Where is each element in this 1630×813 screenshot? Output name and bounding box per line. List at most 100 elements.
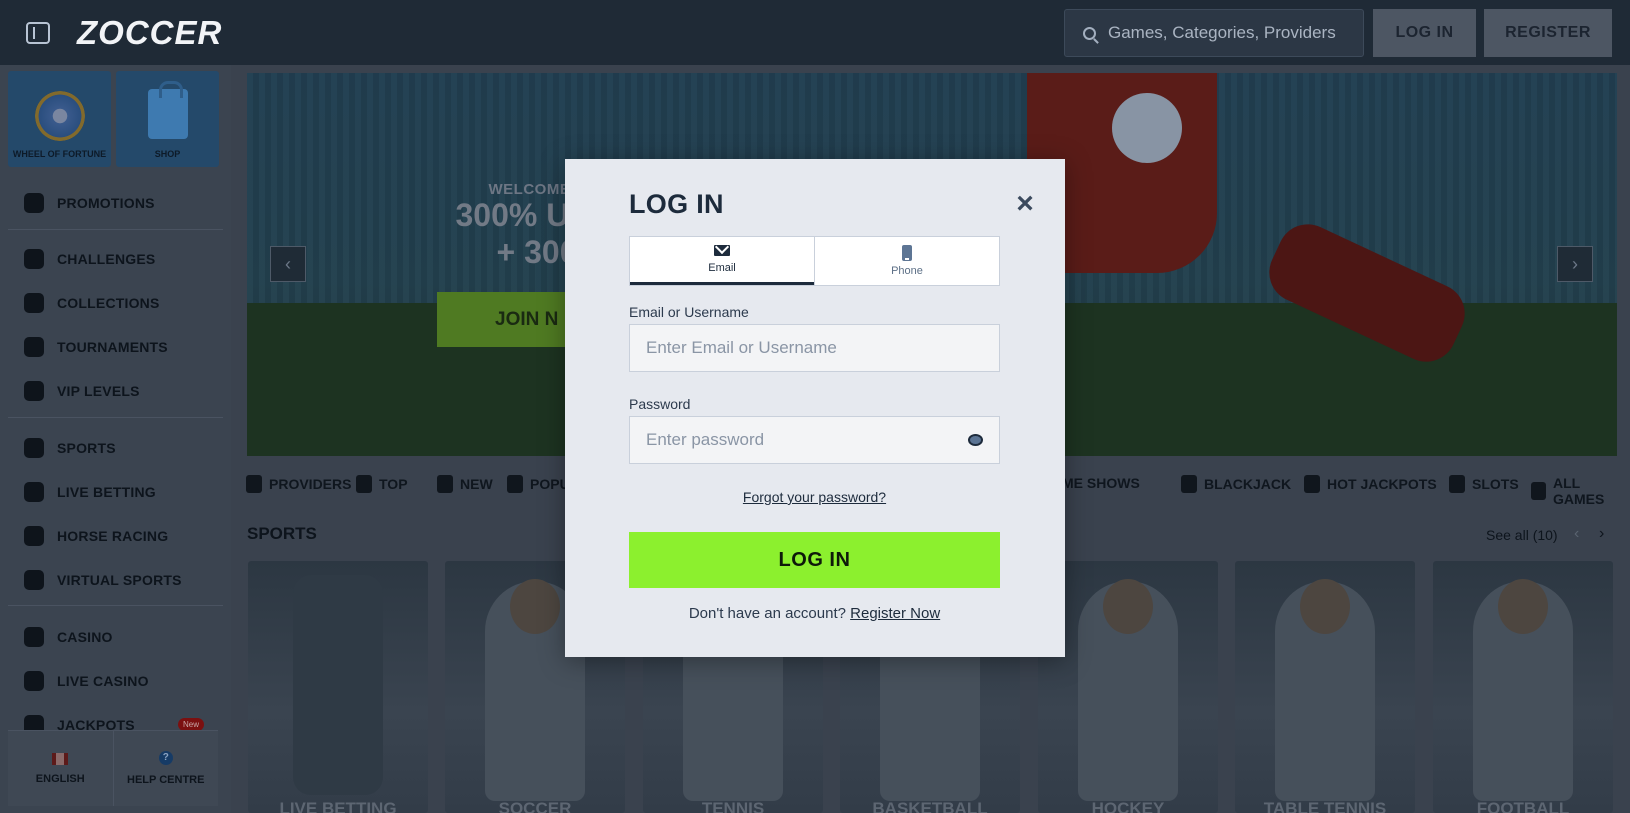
sidebar-item-live-casino[interactable]: LIVE CASINO [0,659,231,703]
modal-title: LOG IN [629,189,724,219]
sidebar: WHEEL OF FORTUNE SHOP PROMOTIONS CHALLEN… [0,65,231,813]
category-providers[interactable]: PROVIDERS [246,475,351,493]
canada-flag-icon [52,752,69,765]
virtual-car-icon [24,570,44,590]
crown-icon [356,475,372,493]
category-popular[interactable]: POPU [507,475,570,493]
category-label: NEW [460,476,493,492]
card-label: SOCCER [498,799,572,813]
see-all-link[interactable]: See all (10) [1486,527,1558,543]
feature-label: SHOP [154,149,181,159]
help-centre-link[interactable]: ? HELP CENTRE [112,731,219,806]
tab-phone[interactable]: Phone [814,237,999,285]
sidebar-item-label: PROMOTIONS [57,195,155,211]
password-placeholder: Enter password [646,430,765,449]
header-register-button[interactable]: REGISTER [1484,9,1612,57]
hot-jackpot-icon [1304,475,1320,493]
feature-label: WHEEL OF FORTUNE [12,149,107,159]
password-field[interactable]: Enter password [629,416,1000,464]
login-submit-button[interactable]: LOG IN [629,532,1000,588]
sport-card-live-betting[interactable]: LIVE BETTING [248,561,428,813]
forgot-password-link[interactable]: Forgot your password? [629,489,1000,505]
shield-icon [24,381,44,401]
category-label: BLACKJACK [1204,476,1292,492]
player-head-image [1498,579,1548,634]
eye-icon[interactable] [968,434,983,446]
sidebar-item-challenges[interactable]: CHALLENGES [0,237,231,281]
podium-icon [24,337,44,357]
category-hot-jackpots[interactable]: HOT JACKPOTS [1304,475,1437,493]
sidebar-item-sports[interactable]: SPORTS [0,426,231,470]
sidebar-item-horse-racing[interactable]: HORSE RACING [0,514,231,558]
category-all-games[interactable]: ALL GAMES [1531,475,1630,507]
divider [8,229,223,230]
horse-icon [24,526,44,546]
section-next-arrow-icon[interactable]: › [1599,525,1604,543]
card-label: BASKETBALL [872,799,988,813]
tab-email[interactable]: Email [630,237,814,285]
sidebar-item-casino[interactable]: CASINO [0,615,231,659]
sport-card-football[interactable]: FOOTBALL [1433,561,1613,813]
card-label: TABLE TENNIS [1263,799,1387,813]
login-method-tabs: Email Phone [629,236,1000,286]
cards-icon [24,293,44,313]
email-field[interactable]: Enter Email or Username [629,324,1000,372]
medal-icon [24,249,44,269]
player-head-image [1103,579,1153,634]
blackjack-icon [1181,475,1197,493]
live-tv-icon [24,482,44,502]
card-label: HOCKEY [1091,799,1165,813]
sidebar-item-live-betting[interactable]: LIVE BETTING [0,470,231,514]
sport-card-table-tennis[interactable]: TABLE TENNIS [1235,561,1415,813]
sport-card-hockey[interactable]: HOCKEY [1038,561,1218,813]
sidebar-item-label: LIVE CASINO [57,673,149,689]
sidebar-item-label: LIVE BETTING [57,484,156,500]
sidebar-toggle-icon[interactable] [26,22,50,44]
tab-label: Phone [891,265,923,277]
divider [8,605,223,606]
password-label: Password [629,396,691,412]
site-logo[interactable]: ZOCCER [77,14,222,52]
sidebar-item-vip-levels[interactable]: VIP LEVELS [0,369,231,413]
sidebar-item-tournaments[interactable]: TOURNAMENTS [0,325,231,369]
live-casino-icon [24,671,44,691]
help-label: HELP CENTRE [127,774,205,786]
sidebar-item-label: HORSE RACING [57,528,169,544]
sports-ball-icon [24,438,44,458]
card-label: LIVE BETTING [279,799,397,813]
sidebar-item-virtual-sports[interactable]: VIRTUAL SPORTS [0,558,231,602]
category-blackjack[interactable]: BLACKJACK [1181,475,1291,493]
search-input[interactable]: Games, Categories, Providers [1064,9,1364,57]
sidebar-footer: ENGLISH ? HELP CENTRE [8,730,218,806]
email-placeholder: Enter Email or Username [646,338,837,357]
close-icon[interactable]: × [1013,189,1037,219]
shop-tile[interactable]: SHOP [116,71,219,167]
section-title: SPORTS [247,524,317,543]
envelope-icon [714,245,730,256]
register-now-link[interactable]: Register Now [850,605,940,622]
category-label: SLOTS [1472,476,1519,492]
card-label: FOOTBALL [1476,799,1570,813]
section-prev-arrow-icon[interactable]: ‹ [1574,525,1579,543]
header-login-button[interactable]: LOG IN [1373,9,1476,57]
banner-prev-arrow-icon[interactable]: ‹ [270,246,306,282]
category-slots[interactable]: SLOTS [1449,475,1519,493]
sidebar-item-promotions[interactable]: PROMOTIONS [0,181,231,225]
help-icon: ? [158,751,173,765]
banner-next-arrow-icon[interactable]: › [1557,246,1593,282]
player-head-image [1300,579,1350,634]
language-selector[interactable]: ENGLISH [8,731,113,806]
email-label: Email or Username [629,304,749,320]
category-top[interactable]: TOP [356,475,408,493]
sidebar-item-collections[interactable]: COLLECTIONS [0,281,231,325]
category-new[interactable]: NEW [437,475,493,493]
login-modal: LOG IN × Email Phone Email or Username E… [565,159,1065,657]
tab-label: Email [708,262,736,274]
category-label: POPU [530,476,570,492]
wheel-of-fortune-tile[interactable]: WHEEL OF FORTUNE [8,71,111,167]
category-label: ALL GAMES [1552,475,1605,507]
category-label: TOP [379,476,408,492]
category-label: HOT JACKPOTS [1327,476,1437,492]
category-label: PROVIDERS [269,476,352,492]
no-account-text: Don't have an account? [688,605,846,622]
